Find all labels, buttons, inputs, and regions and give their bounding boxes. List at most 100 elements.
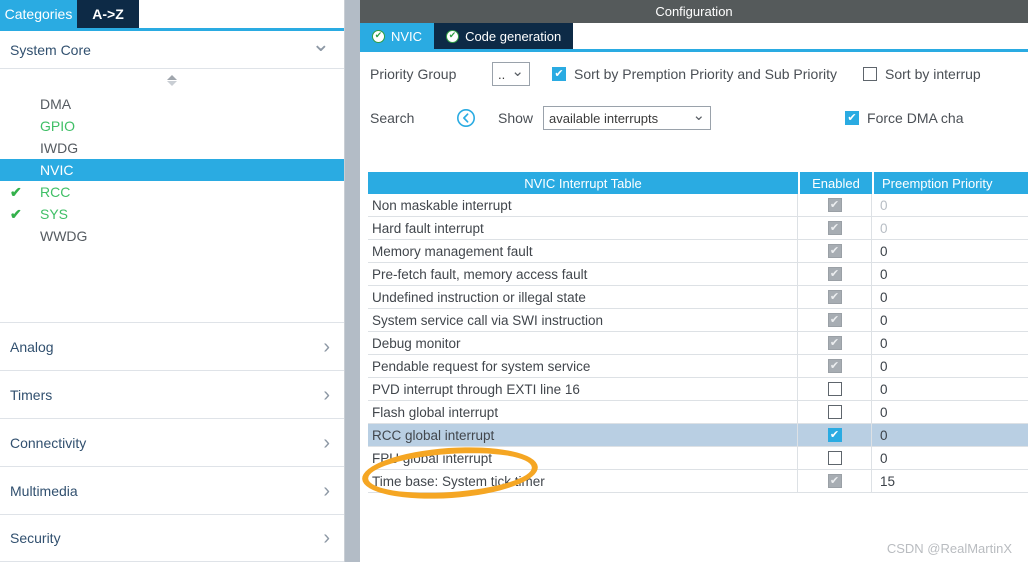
row-priority-cell[interactable]: 0 [872,378,1028,400]
row-name: System service call via SWI instruction [372,312,604,328]
enabled-checkbox[interactable] [827,451,842,465]
enabled-checkbox[interactable] [827,382,842,396]
sidebar-item-wwdg[interactable]: WWDG [0,225,344,247]
sidebar-item-rcc[interactable]: ✔ RCC [0,181,344,203]
force-dma-checkbox[interactable] [845,111,860,125]
column-header-enabled[interactable]: Enabled [800,172,872,194]
table-row[interactable]: Hard fault interrupt 0 [368,217,1028,240]
row-priority-cell[interactable]: 0 [872,447,1028,469]
sidebar-item-nvic[interactable]: NVIC [0,159,344,181]
priority-group-select[interactable]: .. [492,62,530,86]
table-row[interactable]: Flash global interrupt 0 [368,401,1028,424]
row-enabled-cell[interactable] [798,470,872,492]
tab-code-generation[interactable]: Code generation [434,23,574,49]
row-name: PVD interrupt through EXTI line 16 [372,381,580,397]
sidebar-item-label: GPIO [40,118,76,134]
sidebar-item-sys[interactable]: ✔ SYS [0,203,344,225]
table-row[interactable]: PVD interrupt through EXTI line 16 0 [368,378,1028,401]
tab-nvic[interactable]: NVIC [360,23,435,49]
row-enabled-cell[interactable] [798,309,872,331]
panel-divider[interactable] [345,0,360,562]
show-select[interactable]: available interrupts [543,106,712,130]
column-header-name[interactable]: NVIC Interrupt Table [368,172,798,194]
row-name: Pre-fetch fault, memory access fault [372,266,588,282]
row-priority: 0 [880,312,888,328]
enabled-checkbox[interactable] [827,313,842,327]
sidebar-category-analog[interactable]: Analog [0,322,344,370]
enabled-checkbox[interactable] [827,359,842,373]
row-enabled-cell[interactable] [798,332,872,354]
nvic-interrupt-table: NVIC Interrupt Table Enabled Preemption … [368,172,1028,493]
row-name-cell: Pre-fetch fault, memory access fault [368,263,798,285]
check-circle-icon [446,29,460,43]
row-priority-cell[interactable]: 15 [872,470,1028,492]
sidebar-category-timers[interactable]: Timers [0,370,344,418]
row-priority-cell[interactable]: 0 [872,309,1028,331]
row-enabled-cell[interactable] [798,194,872,216]
row-name-cell: Memory management fault [368,240,798,262]
triangle-down-icon [167,80,177,86]
row-priority-cell[interactable]: 0 [872,401,1028,423]
sidebar-category-security[interactable]: Security [0,514,344,562]
sidebar-item-iwdg[interactable]: IWDG [0,137,344,159]
enabled-checkbox[interactable] [827,405,842,419]
tab-a-to-z[interactable]: A->Z [77,0,139,28]
sidebar-item-dma[interactable]: DMA [0,93,344,115]
enabled-checkbox[interactable] [827,336,842,350]
row-name: Pendable request for system service [372,358,591,374]
table-row-selected[interactable]: RCC global interrupt 0 [368,424,1028,447]
tab-categories[interactable]: Categories [0,0,77,28]
sort-premption-label: Sort by Premption Priority and Sub Prior… [574,66,837,82]
search-icon[interactable] [456,108,492,128]
row-enabled-cell[interactable] [798,378,872,400]
sidebar-item-gpio[interactable]: GPIO [0,115,344,137]
row-priority-cell[interactable]: 0 [872,332,1028,354]
table-row[interactable]: Pre-fetch fault, memory access fault 0 [368,263,1028,286]
sort-interrupt-checkbox-item[interactable]: Sort by interrup [863,66,981,82]
row-enabled-cell[interactable] [798,447,872,469]
enabled-checkbox[interactable] [827,290,842,304]
sidebar-category-connectivity[interactable]: Connectivity [0,418,344,466]
table-row[interactable]: System service call via SWI instruction … [368,309,1028,332]
sidebar-category-multimedia[interactable]: Multimedia [0,466,344,514]
tab-a-to-z-label: A->Z [92,6,124,22]
enabled-checkbox[interactable] [827,221,842,235]
table-row[interactable]: Time base: System tick timer 15 [368,470,1028,493]
table-row[interactable]: FPU global interrupt 0 [368,447,1028,470]
force-dma-checkbox-item[interactable]: Force DMA cha [845,110,964,126]
row-priority-cell[interactable]: 0 [872,286,1028,308]
enabled-checkbox[interactable] [827,267,842,281]
row-enabled-cell[interactable] [798,424,872,446]
sort-premption-checkbox-item[interactable]: Sort by Premption Priority and Sub Prior… [552,66,837,82]
row-priority: 0 [880,266,888,282]
enabled-checkbox[interactable] [827,474,842,488]
list-scroll-spinner[interactable] [0,69,344,91]
table-row[interactable]: Debug monitor 0 [368,332,1028,355]
row-priority-cell[interactable]: 0 [872,263,1028,285]
row-enabled-cell[interactable] [798,217,872,239]
row-priority-cell[interactable]: 0 [872,217,1028,239]
table-row[interactable]: Memory management fault 0 [368,240,1028,263]
enabled-checkbox[interactable] [827,198,842,212]
sort-premption-checkbox[interactable] [552,67,566,81]
table-row[interactable]: Non maskable interrupt 0 [368,194,1028,217]
table-row[interactable]: Undefined instruction or illegal state 0 [368,286,1028,309]
row-priority-cell[interactable]: 0 [872,194,1028,216]
table-row[interactable]: Pendable request for system service 0 [368,355,1028,378]
enabled-checkbox[interactable] [827,428,842,442]
sort-interrupt-checkbox[interactable] [863,67,877,81]
configuration-tabbar-filler [573,23,1028,49]
enabled-checkbox[interactable] [827,244,842,258]
row-enabled-cell[interactable] [798,401,872,423]
row-priority-cell[interactable]: 0 [872,424,1028,446]
row-enabled-cell[interactable] [798,355,872,377]
column-header-preemption-priority[interactable]: Preemption Priority [874,172,1028,194]
row-priority-cell[interactable]: 0 [872,240,1028,262]
row-enabled-cell[interactable] [798,286,872,308]
row-enabled-cell[interactable] [798,263,872,285]
sidebar-group-system-core[interactable]: System Core [0,31,344,69]
row-priority-cell[interactable]: 0 [872,355,1028,377]
search-label: Search [370,110,415,126]
app-root: Categories A->Z System Core DMA [0,0,1028,562]
row-enabled-cell[interactable] [798,240,872,262]
